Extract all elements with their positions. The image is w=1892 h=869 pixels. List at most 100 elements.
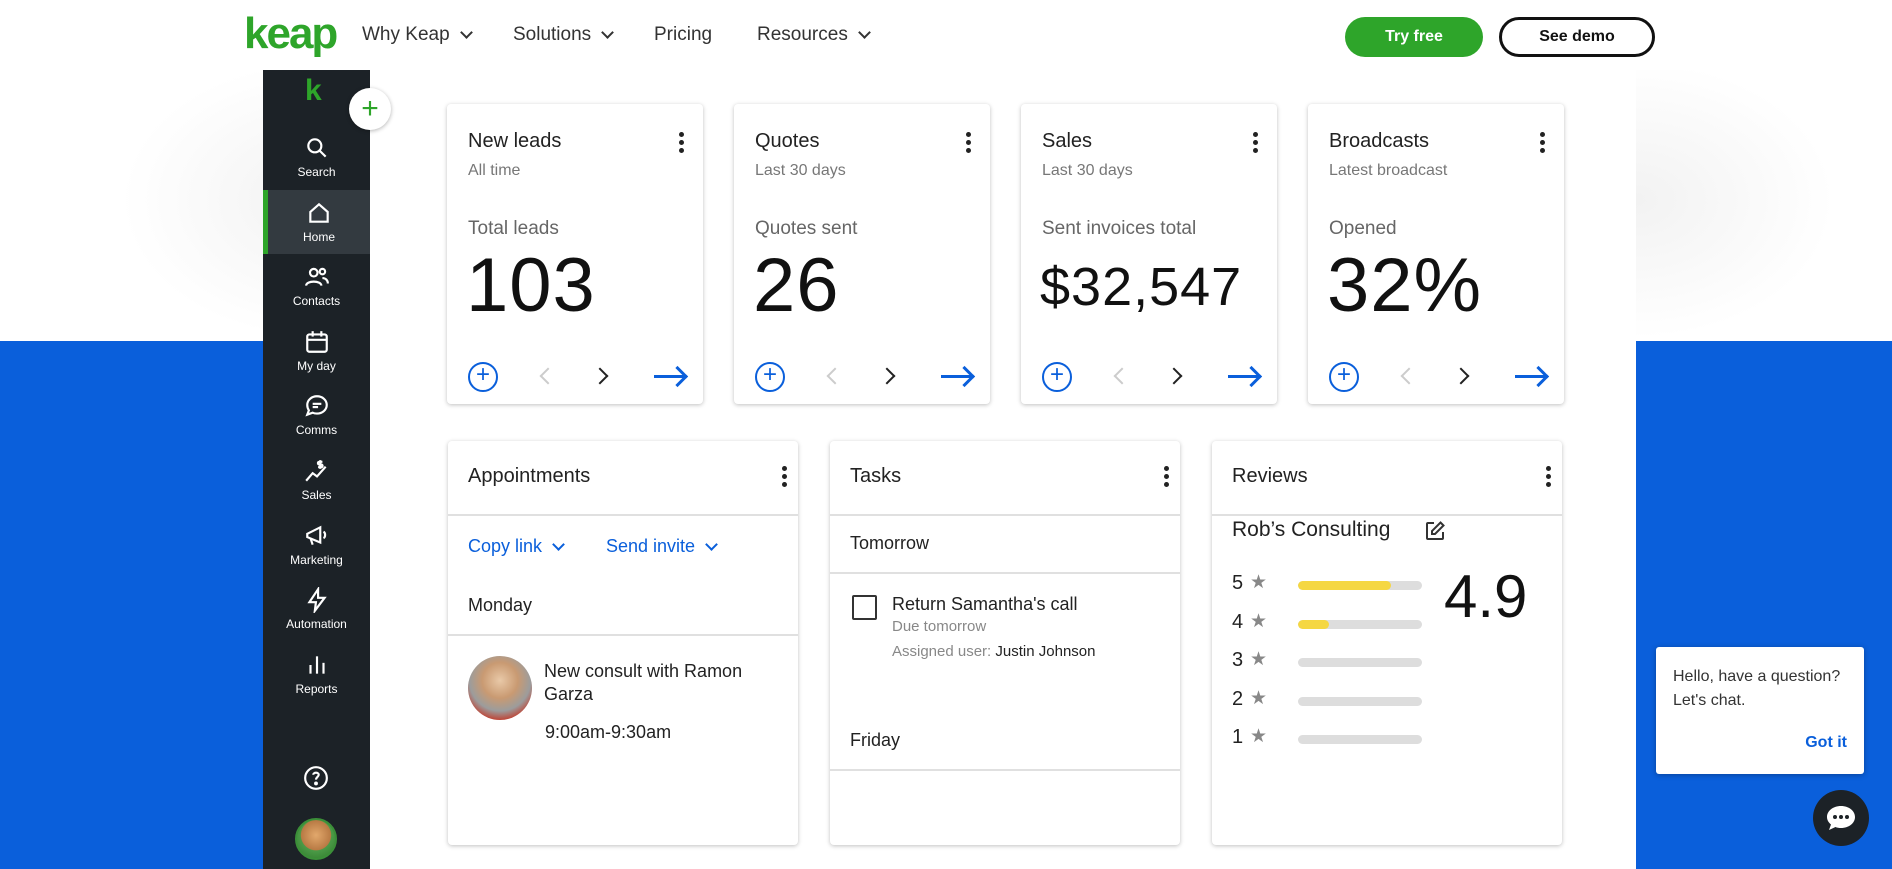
nav-resources[interactable]: Resources [757, 24, 871, 46]
sidebar-item-label: Home [302, 230, 335, 244]
card-footer: + [1042, 362, 1260, 392]
arrow-right-icon[interactable] [654, 375, 684, 378]
chevron-down-icon [601, 26, 615, 39]
lightning-icon [306, 587, 327, 613]
card-subtitle: All time [468, 162, 521, 179]
chevron-down-icon [857, 26, 871, 39]
nav-why-keap-label: Why Keap [362, 24, 450, 45]
kebab-menu-icon[interactable] [679, 132, 685, 156]
sidebar-item-home[interactable]: Home [263, 190, 370, 254]
add-circle-icon[interactable]: + [1329, 362, 1359, 392]
chevron-left-icon[interactable] [1400, 367, 1418, 385]
keap-logo[interactable]: keap [244, 12, 338, 56]
chevron-left-icon[interactable] [1113, 367, 1131, 385]
kebab-menu-icon[interactable] [1540, 132, 1546, 156]
got-it-button[interactable]: Got it [1805, 734, 1847, 752]
bar-chart-icon [308, 656, 325, 674]
chevron-right-icon[interactable] [878, 367, 896, 385]
task-title[interactable]: Return Samantha's call [892, 594, 1078, 615]
divider [830, 769, 1180, 771]
help-icon[interactable] [303, 765, 329, 791]
chat-message: Hello, have a question? Let's chat. [1673, 668, 1841, 709]
sidebar-item-label: Comms [295, 423, 338, 437]
copy-link-dropdown[interactable]: Copy link [468, 536, 565, 557]
arrow-right-icon[interactable] [1515, 375, 1545, 378]
sidebar-item-label: Automation [286, 617, 347, 631]
chevron-right-icon[interactable] [1452, 367, 1470, 385]
send-invite-dropdown[interactable]: Send invite [606, 536, 718, 557]
kebab-menu-icon[interactable] [1546, 466, 1552, 490]
sidebar-item-contacts[interactable]: Contacts [263, 254, 370, 318]
sidebar-item-my-day[interactable]: My day [263, 319, 370, 383]
rating-bar [1298, 735, 1422, 744]
sidebar-item-comms[interactable]: Comms [263, 383, 370, 447]
divider [448, 514, 798, 516]
chevron-right-icon[interactable] [1165, 367, 1183, 385]
send-invite-label: Send invite [606, 536, 696, 556]
divider [1212, 514, 1562, 516]
add-circle-icon[interactable]: + [1042, 362, 1072, 392]
see-demo-button[interactable]: See demo [1499, 17, 1655, 57]
arrow-right-icon[interactable] [1228, 375, 1258, 378]
chat-popup: Hello, have a question? Let's chat. Got … [1656, 647, 1864, 774]
task-checkbox[interactable] [852, 595, 877, 620]
nav-pricing-label: Pricing [654, 24, 713, 45]
reviews-panel: Reviews Rob’s Consulting 5 ★ 4 ★ 3 ★ 2 ★… [1212, 441, 1562, 845]
kebab-menu-icon[interactable] [966, 132, 972, 156]
sidebar: k Search Home Contacts My day Comms Sale… [263, 70, 370, 869]
star-icon: ★ [1250, 688, 1268, 709]
metric-label: Total leads [468, 218, 559, 239]
chat-launcher-button[interactable] [1813, 790, 1869, 846]
nav-solutions[interactable]: Solutions [513, 24, 615, 46]
card-title: Quotes [755, 130, 820, 152]
kebab-menu-icon[interactable] [1164, 466, 1170, 490]
metric-value: $32,547 [1040, 257, 1243, 317]
add-circle-icon[interactable]: + [755, 362, 785, 392]
metric-label: Quotes sent [755, 218, 858, 239]
appointment-time: 9:00am-9:30am [545, 722, 672, 742]
card-title: Sales [1042, 130, 1093, 152]
nav-pricing[interactable]: Pricing [654, 24, 712, 46]
quick-add-button[interactable]: + [349, 88, 391, 130]
star-icon: ★ [1250, 611, 1268, 632]
assigned-label: Assigned user: [892, 643, 992, 660]
rating-bar-fill [1298, 581, 1391, 590]
add-circle-icon[interactable]: + [468, 362, 498, 392]
card-title: New leads [468, 130, 562, 152]
search-icon [306, 138, 326, 158]
day-heading: Tomorrow [850, 533, 930, 553]
chevron-down-icon [552, 537, 565, 551]
home-icon [309, 202, 329, 223]
metric-label: Sent invoices total [1042, 218, 1197, 239]
sidebar-item-label: Contacts [292, 294, 341, 308]
appointment-title[interactable]: New consult with Ramon Garza [544, 660, 774, 706]
sidebar-item-automation[interactable]: Automation [263, 577, 370, 641]
sidebar-item-search[interactable]: Search [263, 125, 370, 189]
day-heading: Friday [850, 730, 901, 750]
rating-stars: 5 [1232, 572, 1244, 594]
app-frame: k Search Home Contacts My day Comms Sale… [263, 70, 1636, 869]
star-icon: ★ [1250, 649, 1268, 670]
edit-icon[interactable] [1423, 519, 1447, 543]
sidebar-logo[interactable]: k [305, 74, 322, 108]
chevron-right-icon[interactable] [591, 367, 609, 385]
try-free-button[interactable]: Try free [1345, 17, 1483, 57]
stat-card-quotes: Quotes Last 30 days Quotes sent 26 + [734, 104, 990, 404]
sidebar-item-marketing[interactable]: Marketing [263, 513, 370, 577]
user-avatar[interactable] [295, 818, 337, 860]
rating-row: 3 ★ [1232, 649, 1422, 673]
chevron-left-icon[interactable] [826, 367, 844, 385]
nav-why-keap[interactable]: Why Keap [362, 24, 473, 46]
chevron-down-icon [705, 537, 718, 551]
rating-stars: 1 [1232, 726, 1244, 748]
kebab-menu-icon[interactable] [1253, 132, 1259, 156]
stat-card-sales: Sales Last 30 days Sent invoices total $… [1021, 104, 1277, 404]
sidebar-item-sales[interactable]: Sales [263, 448, 370, 512]
tasks-panel: Tasks Tomorrow Return Samantha's call Du… [830, 441, 1180, 845]
card-subtitle: Latest broadcast [1329, 162, 1448, 179]
arrow-right-icon[interactable] [941, 375, 971, 378]
kebab-menu-icon[interactable] [782, 466, 788, 490]
chevron-left-icon[interactable] [539, 367, 557, 385]
sidebar-item-reports[interactable]: Reports [263, 642, 370, 706]
chevron-down-icon [459, 26, 473, 39]
